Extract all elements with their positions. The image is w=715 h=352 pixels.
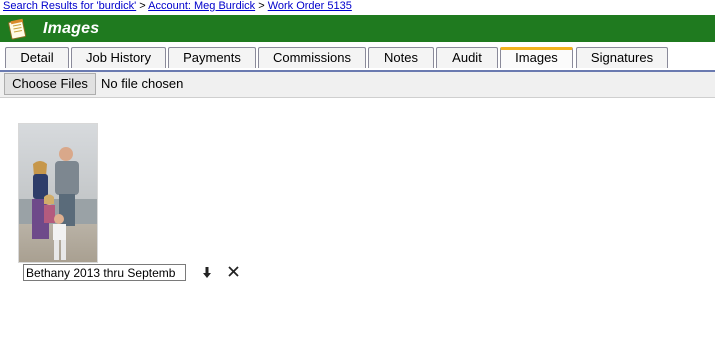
tab-commissions[interactable]: Commissions (258, 47, 366, 68)
tab-audit[interactable]: Audit (436, 47, 498, 68)
tab-payments[interactable]: Payments (168, 47, 256, 68)
tab-images[interactable]: Images (500, 47, 573, 68)
tab-detail[interactable]: Detail (5, 47, 69, 68)
file-status-text: No file chosen (101, 76, 184, 91)
upload-bar: Choose Files No file chosen (0, 72, 715, 98)
breadcrumb: Search Results for 'burdick' > Account: … (3, 0, 352, 13)
breadcrumb-separator: > (136, 0, 149, 12)
choose-files-button[interactable]: Choose Files (4, 73, 96, 95)
breadcrumb-account[interactable]: Account: Meg Burdick (148, 0, 255, 12)
tab-bar: Detail Job History Payments Commissions … (0, 44, 715, 72)
page-header: Images (0, 15, 715, 42)
tab-signatures[interactable]: Signatures (576, 47, 668, 68)
breadcrumb-work-order[interactable]: Work Order 5135 (268, 0, 352, 12)
family-photo (19, 124, 97, 262)
download-arrow-icon[interactable] (202, 266, 212, 279)
tab-job-history[interactable]: Job History (71, 47, 166, 68)
close-icon[interactable] (227, 265, 240, 278)
breadcrumb-separator: > (255, 0, 268, 12)
breadcrumb-search-results[interactable]: Search Results for 'burdick' (3, 0, 136, 12)
tab-notes[interactable]: Notes (368, 47, 434, 68)
image-thumbnail[interactable] (18, 123, 98, 263)
image-caption-input[interactable] (23, 264, 186, 281)
page-title: Images (43, 19, 100, 37)
notepad-icon (7, 18, 29, 40)
